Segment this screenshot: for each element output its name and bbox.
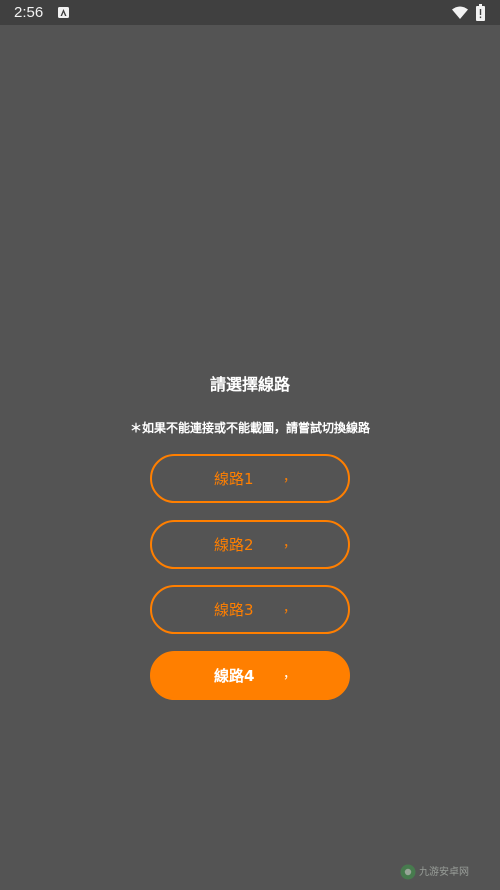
status-time: 2:56 bbox=[14, 4, 44, 21]
dialog-title: 請選擇線路 bbox=[209, 375, 290, 394]
line-4-button[interactable]: 線路4 ， bbox=[150, 651, 350, 700]
line-1-mark: ， bbox=[283, 470, 297, 485]
line-2-label: 線路2 bbox=[214, 536, 254, 554]
app-notification-icon bbox=[58, 7, 69, 18]
status-bar: 2:56 bbox=[0, 0, 500, 25]
line-2-mark: ， bbox=[283, 536, 297, 551]
battery-icon bbox=[476, 4, 485, 21]
line-3-label: 線路3 bbox=[214, 601, 254, 619]
line-1-button[interactable]: 線路1 ， bbox=[150, 454, 350, 503]
wifi-icon bbox=[452, 6, 468, 19]
dialog-hint: ＊如果不能連接或不能載圖，請嘗試切換線路 bbox=[129, 421, 370, 435]
line-2-button[interactable]: 線路2 ， bbox=[150, 520, 350, 569]
line-3-button[interactable]: 線路3 ， bbox=[150, 585, 350, 634]
line-1-label: 線路1 bbox=[214, 470, 254, 488]
watermark-logo-icon bbox=[400, 864, 416, 880]
line-4-label: 線路4 bbox=[214, 667, 255, 685]
watermark-text: 九游安卓网 bbox=[419, 867, 469, 878]
line-4-mark: ， bbox=[283, 667, 297, 682]
line-3-mark: ， bbox=[283, 601, 297, 616]
